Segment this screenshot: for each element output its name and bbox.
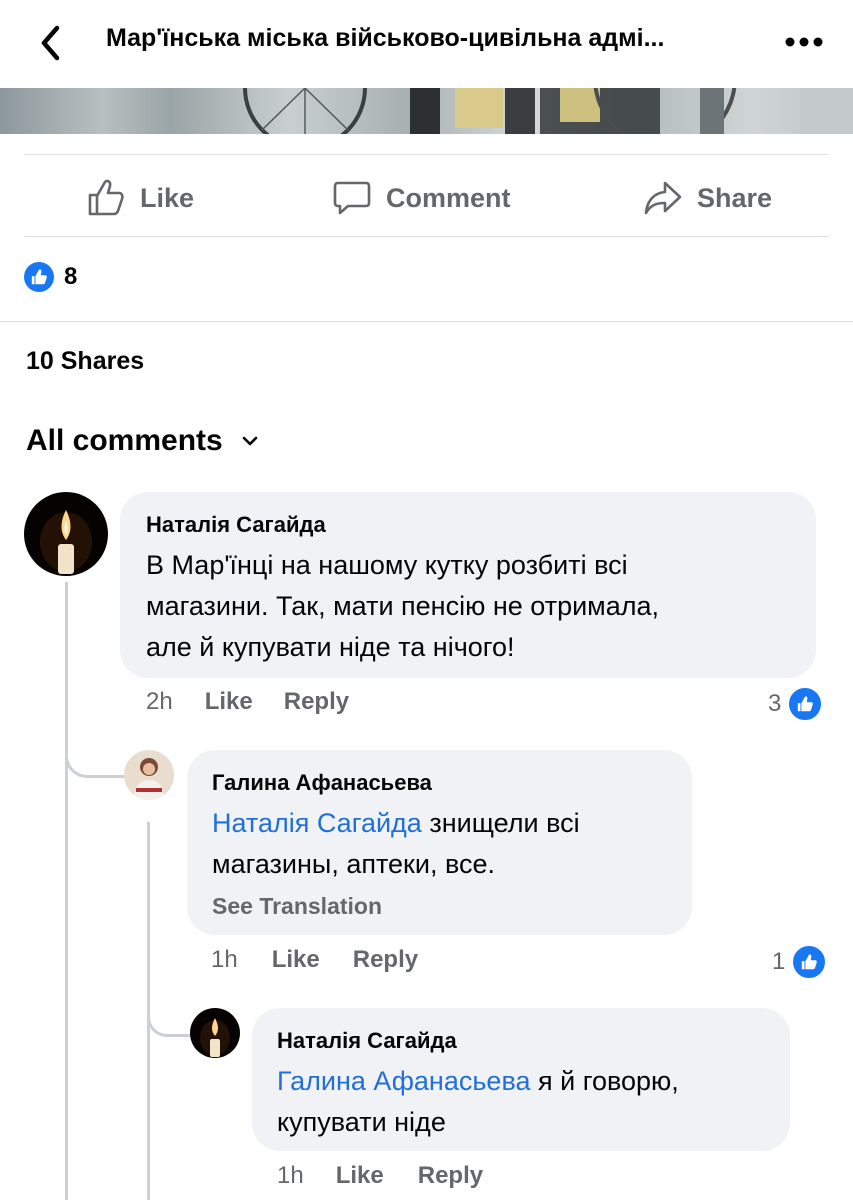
reply-connector <box>65 735 128 778</box>
comments-filter-label: All comments <box>26 424 223 457</box>
reactions-summary[interactable]: 8 <box>24 262 77 292</box>
like-label: Like <box>140 182 195 213</box>
comment-bubble[interactable]: Наталія Сагайда В Мар'їнці на нашому кут… <box>120 492 816 678</box>
comment-text: Наталія Сагайда знищели всі магазины, ап… <box>212 803 682 885</box>
comment-line: купувати ніде <box>277 1107 446 1137</box>
see-translation-link[interactable]: See Translation <box>212 893 382 920</box>
post-image[interactable] <box>0 88 853 134</box>
more-options-button[interactable] <box>780 28 828 56</box>
divider <box>24 236 829 237</box>
comment-author[interactable]: Наталія Сагайда <box>277 1028 457 1054</box>
top-bar: Мар'їнська міська військово-цивільна адм… <box>0 0 853 88</box>
reaction-count-number: 1 <box>772 948 786 975</box>
comment-time: 2h <box>146 688 173 715</box>
mention-link[interactable]: Наталія Сагайда <box>212 808 422 838</box>
reaction-count-number: 3 <box>768 690 782 717</box>
comment-line: я й говорю, <box>530 1066 679 1096</box>
thumbs-up-icon <box>88 179 124 216</box>
share-arrow-icon <box>644 181 682 215</box>
comment-label: Comment <box>386 182 511 213</box>
comment-bubble[interactable]: Наталія Сагайда Галина Афанасьева я й го… <box>252 1008 790 1151</box>
comment-line: магазины, аптеки, все. <box>212 849 495 879</box>
candle-avatar-icon <box>24 492 108 576</box>
share-label: Share <box>697 182 773 213</box>
comment-line: магазини. Так, мати пенсію не отримала, <box>146 591 660 621</box>
comment-like-button[interactable]: Like <box>205 688 253 716</box>
reaction-count: 8 <box>64 263 78 290</box>
divider <box>0 321 853 322</box>
comment-reaction-count[interactable]: 3 <box>768 686 824 722</box>
chevron-down-icon <box>242 436 258 446</box>
avatar[interactable] <box>24 492 108 576</box>
more-dots-icon <box>785 37 823 47</box>
page-title: Мар'їнська міська військово-цивільна адм… <box>106 24 665 52</box>
comment-time: 1h <box>277 1162 304 1189</box>
like-button[interactable]: Like <box>86 170 194 226</box>
bicycle-photo <box>243 88 853 134</box>
person-avatar-icon <box>124 750 174 800</box>
chevron-left-icon <box>41 25 60 61</box>
comment-reaction-count[interactable]: 1 <box>772 944 828 980</box>
comment-author[interactable]: Наталія Сагайда <box>146 512 326 538</box>
like-reaction-icon <box>791 944 828 980</box>
shares-count[interactable]: 10 Shares <box>26 347 144 376</box>
avatar[interactable] <box>190 1008 240 1058</box>
comment-text: В Мар'їнці на нашому кутку розбиті всі м… <box>146 545 806 668</box>
comment-line: але й купувати ніде та нічого! <box>146 632 515 662</box>
comment-line: В Мар'їнці на нашому кутку розбиті всі <box>146 550 628 580</box>
back-button[interactable] <box>30 20 70 66</box>
mention-link[interactable]: Галина Афанасьева <box>277 1066 531 1096</box>
thread-line <box>65 582 68 1200</box>
comment-meta: 1h Like Reply <box>277 1162 483 1190</box>
comment-bubble[interactable]: Галина Афанасьева Наталія Сагайда знищел… <box>187 750 692 935</box>
comment-author[interactable]: Галина Афанасьева <box>212 770 432 796</box>
comments-filter[interactable]: All comments <box>26 424 259 458</box>
comment-meta: 1h Like Reply <box>211 946 418 974</box>
comment-bubble-icon <box>333 181 371 215</box>
reply-connector <box>147 998 190 1037</box>
comment-text: Галина Афанасьева я й говорю, купувати н… <box>277 1061 782 1143</box>
comment-meta: 2h Like Reply <box>146 688 349 716</box>
comment-like-button[interactable]: Like <box>336 1162 384 1190</box>
comment-time: 1h <box>211 946 238 973</box>
share-button[interactable]: Share <box>643 170 772 226</box>
comment-button[interactable]: Comment <box>332 170 511 226</box>
comment-reply-button[interactable]: Reply <box>284 688 349 716</box>
like-reaction-icon <box>787 686 824 722</box>
comment-reply-button[interactable]: Reply <box>353 946 418 974</box>
avatar[interactable] <box>124 750 174 800</box>
candle-avatar-icon <box>190 1008 240 1058</box>
comment-line: знищели всі <box>421 808 580 838</box>
comment-reply-button[interactable]: Reply <box>418 1162 483 1190</box>
comment-like-button[interactable]: Like <box>272 946 320 974</box>
divider <box>24 154 829 155</box>
like-reaction-icon <box>24 262 54 292</box>
